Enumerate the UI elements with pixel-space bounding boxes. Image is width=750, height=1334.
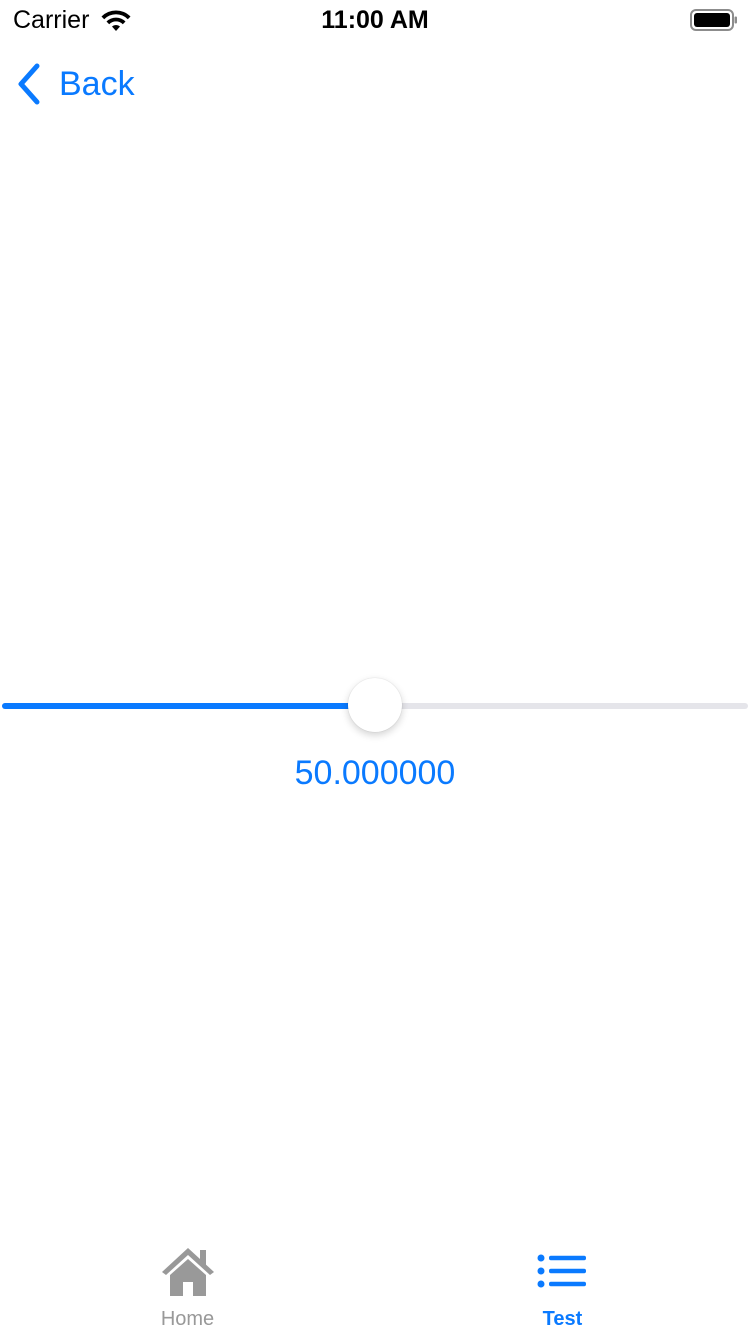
tab-test[interactable]: Test <box>375 1236 750 1334</box>
slider-fill <box>2 703 375 709</box>
back-button[interactable]: Back <box>16 62 135 106</box>
slider-thumb[interactable] <box>348 678 402 732</box>
tab-test-label: Test <box>542 1308 583 1330</box>
battery-icon <box>690 9 737 31</box>
house-icon <box>162 1248 214 1296</box>
tab-bar: Home Test <box>0 1236 750 1334</box>
screen: Carrier 11:00 AM Back 50.000000 Home Tes… <box>0 0 750 1334</box>
value-slider[interactable] <box>2 678 748 734</box>
slider-value-label: 50.000000 <box>294 754 456 792</box>
back-button-label: Back <box>59 65 135 103</box>
list-icon <box>537 1254 586 1288</box>
status-bar: Carrier 11:00 AM <box>0 0 750 40</box>
navigation-bar: Back <box>0 40 750 128</box>
chevron-left-icon <box>18 63 40 105</box>
tab-home[interactable]: Home <box>0 1236 375 1334</box>
status-time: 11:00 AM <box>321 6 429 34</box>
tab-home-label: Home <box>160 1308 215 1330</box>
